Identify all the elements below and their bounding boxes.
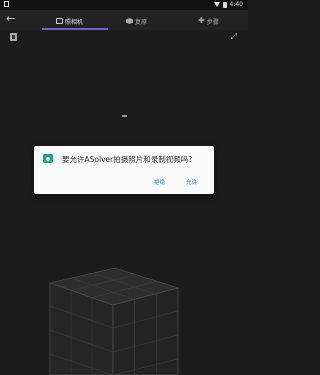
permission-message: 要允许ASolver拍摄照片和录制视频吗? [62,155,193,164]
camera-permission-dialog: 要允许ASolver拍摄照片和录制视频吗? 拒绝 允许 [34,146,214,194]
deny-button[interactable]: 拒绝 [154,178,165,186]
allow-button[interactable]: 允许 [186,178,197,186]
camera-icon [43,154,53,163]
